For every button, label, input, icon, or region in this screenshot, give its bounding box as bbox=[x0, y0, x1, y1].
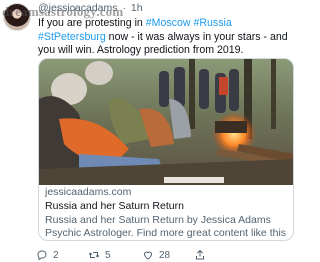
card-image[interactable] bbox=[39, 59, 293, 185]
like-count: 28 bbox=[159, 249, 171, 261]
reply-button[interactable]: 2 bbox=[36, 248, 59, 262]
share-button[interactable] bbox=[194, 248, 211, 262]
like-button[interactable]: 28 bbox=[142, 248, 170, 262]
link-card[interactable]: jessicaadams.com Russia and her Saturn R… bbox=[38, 58, 294, 241]
reply-count: 2 bbox=[53, 249, 59, 261]
card-meta[interactable]: jessicaadams.com Russia and her Saturn R… bbox=[45, 186, 287, 240]
tweet-timestamp[interactable]: 1h bbox=[131, 2, 143, 14]
heart-icon bbox=[143, 251, 153, 260]
reply-icon bbox=[37, 250, 47, 261]
retweet-icon bbox=[88, 252, 100, 258]
share-icon bbox=[196, 249, 204, 260]
tweet-actions: 2 5 28 bbox=[36, 248, 292, 262]
tweet-text: If you are protesting in #Moscow #Russia… bbox=[38, 17, 296, 58]
card-description: Russia and her Saturn Return by Jessica … bbox=[45, 214, 287, 239]
hashtag-moscow[interactable]: #Moscow bbox=[146, 17, 191, 29]
hashtag-stpetersburg[interactable]: #StPetersburg bbox=[38, 31, 106, 43]
tweet[interactable]: dreamsastrology.com @jessicacadams · 1h … bbox=[0, 0, 300, 262]
campfire-photo bbox=[39, 59, 293, 185]
card-domain: jessicaadams.com bbox=[45, 186, 132, 198]
hashtag-russia[interactable]: #Russia bbox=[193, 17, 231, 29]
card-title[interactable]: Russia and her Saturn Return bbox=[45, 200, 287, 213]
watermark: dreamsastrology.com bbox=[2, 4, 124, 19]
retweet-count: 5 bbox=[105, 249, 111, 261]
retweet-button[interactable]: 5 bbox=[88, 248, 111, 262]
